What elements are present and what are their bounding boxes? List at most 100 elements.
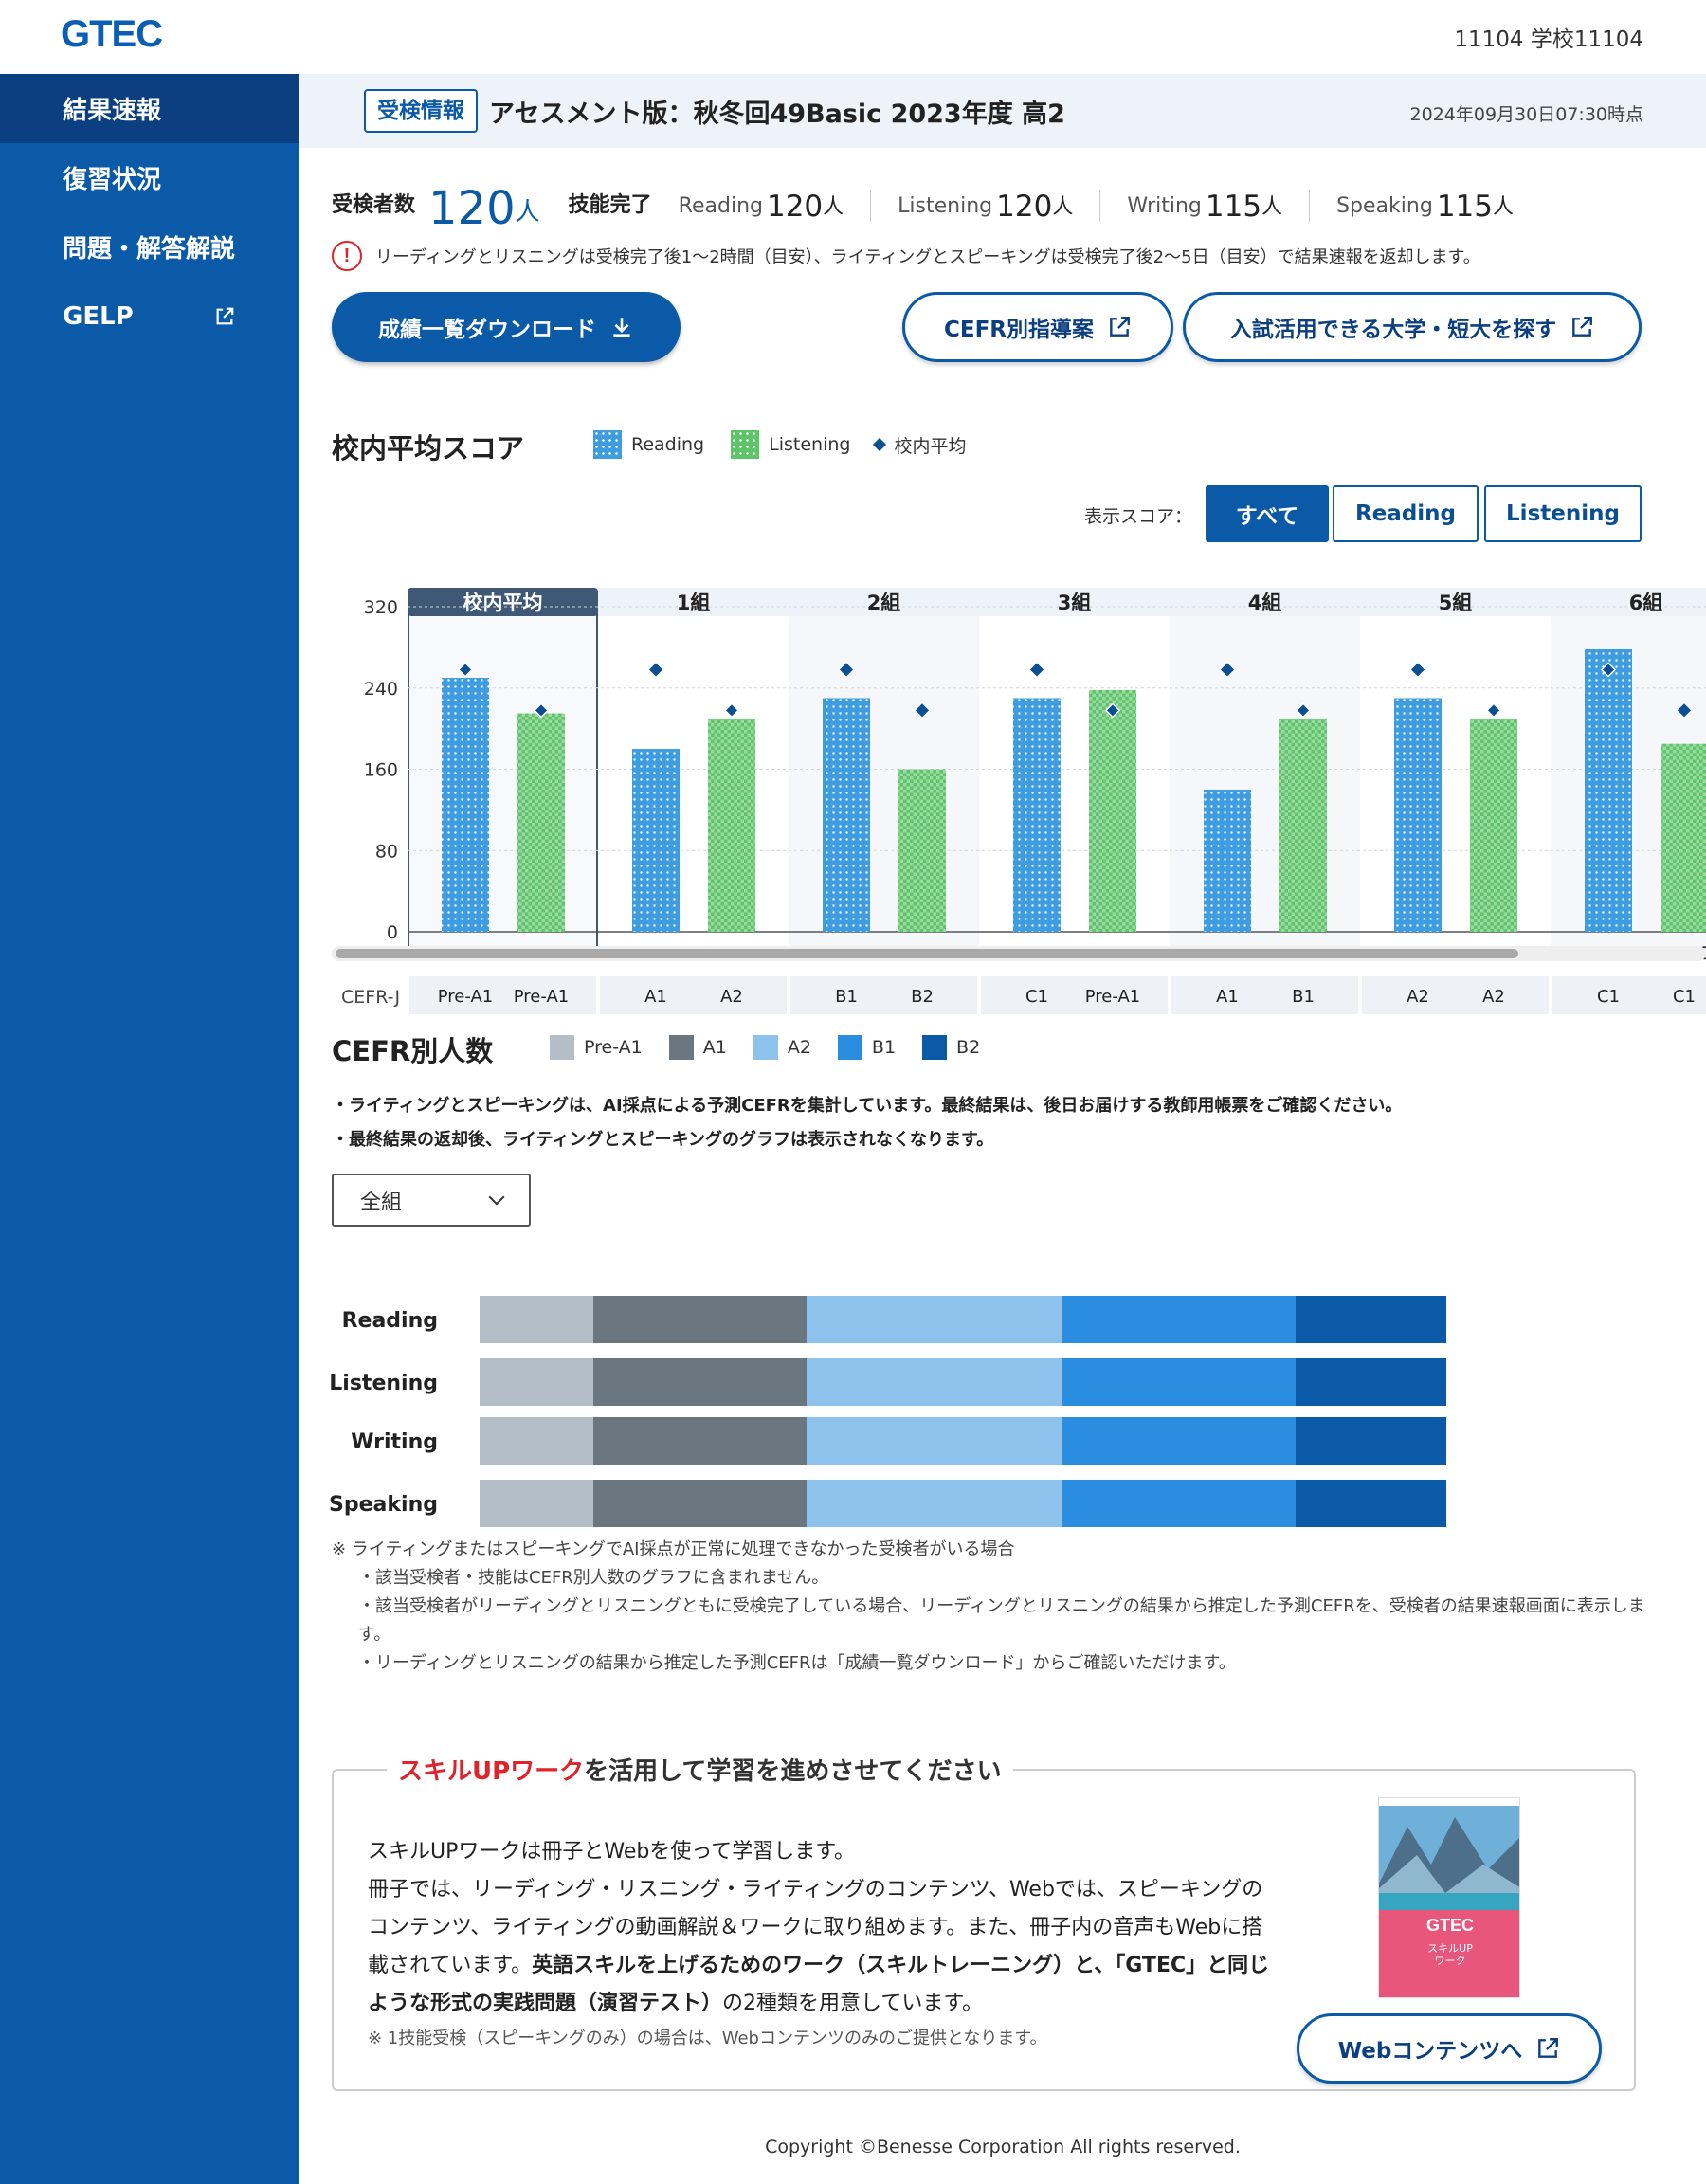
- group-background: [598, 614, 789, 951]
- return-notice: ! リーディングとリスニングは受検完了後1～2時間（目安）、ライティングとスピー…: [332, 241, 1480, 271]
- cefr-segment: [593, 1480, 807, 1527]
- reading-swatch: [593, 430, 622, 459]
- listening-bar: [1280, 718, 1327, 932]
- legend-listening: Listening: [769, 434, 851, 455]
- cefr-legend-swatch: [668, 1035, 694, 1060]
- skillup-panel: スキルUPワーク を活用して学習を進めさせてください スキルUPワークは冊子とWe…: [332, 1752, 1636, 2091]
- skill-speaking-label: Speaking: [1336, 194, 1433, 218]
- group-label: 3組: [1058, 592, 1092, 614]
- group-background: [1170, 614, 1360, 951]
- class-select-value: 全組: [360, 1191, 403, 1214]
- cefr-row-label: Reading: [342, 1309, 438, 1333]
- reading-cefr-label: A1: [1216, 987, 1239, 1007]
- group-label: 4組: [1248, 592, 1282, 614]
- cefr-legend-swatch: [922, 1035, 948, 1060]
- external-link-icon: [1572, 317, 1593, 337]
- top-bar: GTEC 11104 学校11104: [0, 0, 1706, 74]
- exam-title: アセスメント版：秋冬回49Basic 2023年度 高2: [489, 100, 1065, 129]
- legend-reading: Reading: [631, 434, 705, 455]
- filter-all-button[interactable]: すべて: [1206, 485, 1329, 542]
- cefr-section-title: CEFR別人数: [332, 1035, 494, 1067]
- skill-reading-value: 120: [766, 190, 824, 224]
- listening-cefr-label: C1: [1673, 987, 1696, 1007]
- class-select[interactable]: 全組: [332, 1174, 531, 1227]
- cefr-bullet-ai: ・ライティングとスピーキングは、AI採点による予測CEFRを集計しています。最終…: [332, 1096, 1403, 1116]
- skillup-title-rest: を活用して学習を進めさせてください: [584, 1757, 1002, 1786]
- skill-reading-label: Reading: [678, 194, 763, 218]
- filter-reading-button[interactable]: Reading: [1333, 485, 1479, 542]
- find-university-label: 入試活用できる大学・短大を探す: [1229, 318, 1557, 342]
- cefr-legend: Pre-A1 A1 A2 B1 B2: [550, 1035, 1007, 1060]
- book-title-line: スキルUP: [1427, 1942, 1473, 1955]
- divider: [1309, 190, 1311, 222]
- sidebar-item-label: 結果速報: [63, 97, 162, 125]
- exam-info-bar: 受検情報 アセスメント版：秋冬回49Basic 2023年度 高2 2024年0…: [299, 74, 1706, 148]
- chevron-down-icon: [488, 1189, 505, 1206]
- chart-scrollbar-thumb[interactable]: [336, 949, 1518, 958]
- sidebar-item-review[interactable]: 復習状況: [0, 143, 299, 212]
- cefr-segment: [1296, 1296, 1446, 1343]
- cefr-cell: [1171, 976, 1358, 1014]
- main-content: 受検情報 アセスメント版：秋冬回49Basic 2023年度 高2 2024年0…: [299, 74, 1706, 2184]
- skill-writing-label: Writing: [1127, 194, 1202, 218]
- listening-cefr-label: B2: [911, 987, 934, 1007]
- note-item: ・リーディングとリスニングの結果から推定した予測CEFRは「成績一覧ダウンロード…: [358, 1653, 1236, 1673]
- sidebar-item-label: GELP: [63, 301, 134, 331]
- cefr-segment: [1296, 1480, 1446, 1527]
- cefr-legend-label: B2: [956, 1037, 981, 1058]
- cefr-segment: [1062, 1480, 1296, 1527]
- cefr-legend-label: A1: [702, 1037, 727, 1058]
- cefr-row-label: CEFR-J: [341, 987, 400, 1008]
- skillup-body-intro: スキルUPワークは冊子とWebを使って学習します。: [368, 1840, 856, 1864]
- download-label: 成績一覧ダウンロード: [378, 318, 596, 342]
- skill-listening-unit: 人: [1052, 195, 1074, 219]
- group-label: 5組: [1439, 592, 1473, 614]
- book-title-line: ワーク: [1435, 1955, 1466, 1967]
- group-label: 校内平均: [463, 592, 543, 614]
- listening-cefr-label: A2: [1482, 987, 1505, 1007]
- gtec-logo[interactable]: GTEC: [61, 13, 163, 56]
- school-name: 11104 学校11104: [1454, 27, 1643, 52]
- sidebar-item-results[interactable]: 結果速報: [0, 74, 299, 143]
- reading-bar: [823, 698, 870, 932]
- sidebar-item-questions[interactable]: 問題・解答解説: [0, 212, 299, 282]
- find-university-button[interactable]: 入試活用できる大学・短大を探す: [1183, 292, 1642, 362]
- sidebar-item-label: 復習状況: [63, 166, 162, 194]
- stats-row: 受検者数 120 人 技能完了 Reading 120 人 Listening …: [332, 174, 1514, 231]
- reading-cefr-label: A2: [1407, 987, 1429, 1007]
- reading-cefr-label: C1: [1025, 987, 1048, 1007]
- cefr-segment: [1296, 1358, 1446, 1406]
- cefr-segment: [593, 1417, 807, 1465]
- cefr-legend-swatch: [753, 1035, 778, 1060]
- web-content-button[interactable]: Webコンテンツへ: [1297, 2013, 1602, 2084]
- listening-bar: [1470, 718, 1517, 932]
- listening-bar: [708, 718, 755, 932]
- y-tick-label: 0: [387, 922, 398, 943]
- sidebar-item-gelp[interactable]: GELP: [0, 282, 299, 351]
- group-label: 6組: [1629, 592, 1663, 614]
- cefr-bullet-final: ・最終結果の返却後、ライティングとスピーキングのグラフは表示されなくなります。: [332, 1130, 994, 1150]
- web-content-label: Webコンテンツへ: [1337, 2039, 1523, 2064]
- download-results-button[interactable]: 成績一覧ダウンロード: [332, 292, 681, 362]
- group-label: 1組: [677, 592, 711, 614]
- reading-cefr-label: B1: [835, 987, 858, 1007]
- ai-scoring-notes: ※ ライティングまたはスピーキングでAI採点が正常に処理できなかった受検者がいる…: [332, 1536, 1668, 1678]
- external-link-icon: [1538, 2038, 1559, 2058]
- cefr-chart-svg: ReadingListeningWritingSpeaking010203040…: [329, 1296, 1446, 1527]
- cefr-segment: [480, 1480, 593, 1527]
- group-background: [1360, 614, 1551, 951]
- reading-bar: [1204, 789, 1251, 932]
- filter-listening-button[interactable]: Listening: [1484, 485, 1642, 542]
- cefr-guide-button[interactable]: CEFR別指導案: [902, 292, 1173, 362]
- notice-text: リーディングとリスニングは受検完了後1～2時間（目安）、ライティングとスピーキン…: [375, 247, 1480, 267]
- complete-label: 技能完了: [568, 193, 652, 217]
- y-tick-label: 320: [364, 597, 398, 618]
- listening-bar: [898, 769, 946, 932]
- cefr-legend-label: Pre-A1: [584, 1037, 643, 1058]
- score-filter-label: 表示スコア：: [1084, 506, 1193, 527]
- divider: [870, 190, 872, 222]
- download-icon: [613, 318, 630, 337]
- takers-value: 120: [428, 182, 516, 235]
- cefr-legend-swatch: [837, 1035, 862, 1060]
- note-item: ・該当受検者がリーディングとリスニングともに受検完了している場合、リーディングと…: [358, 1596, 1645, 1645]
